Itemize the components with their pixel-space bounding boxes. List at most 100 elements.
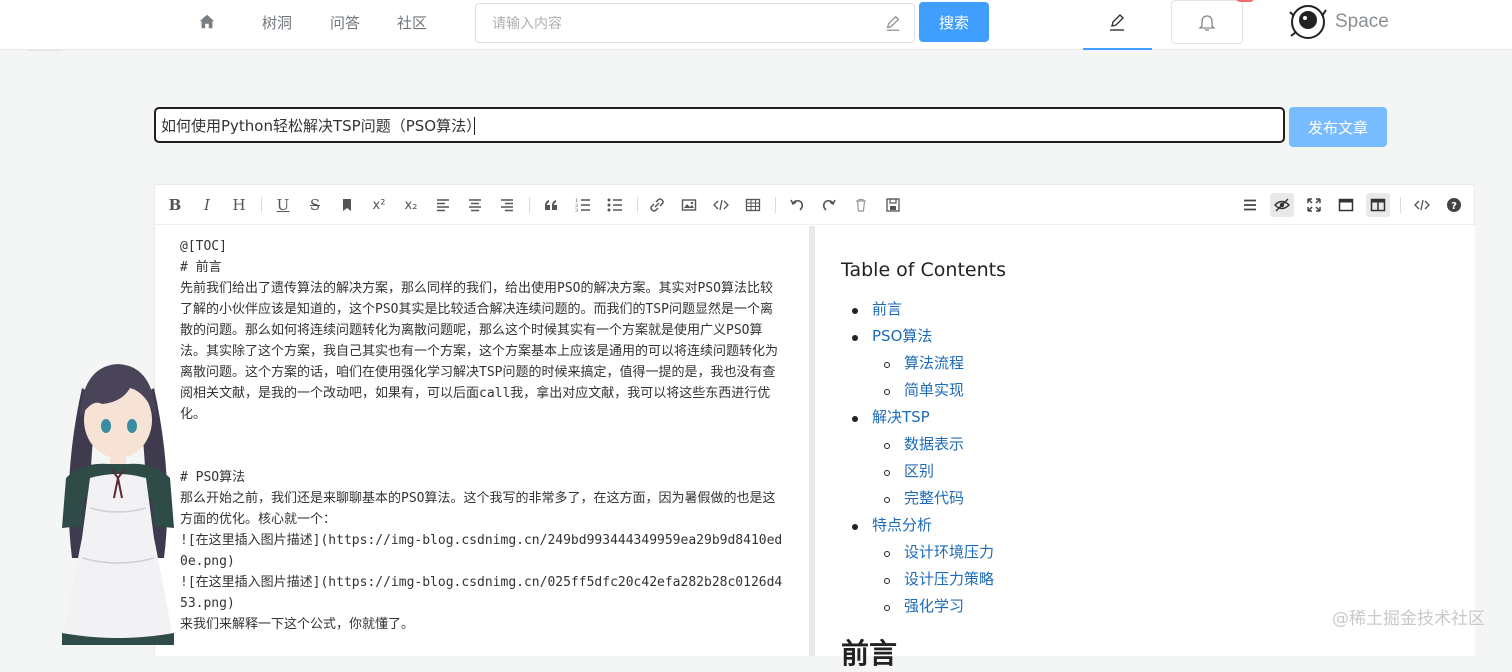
markdown-line: # 前言 bbox=[180, 260, 222, 275]
bullet-icon bbox=[884, 470, 890, 476]
toolbar-divider bbox=[1400, 197, 1401, 213]
underline-icon[interactable]: U bbox=[271, 193, 295, 217]
align-center-icon[interactable] bbox=[463, 193, 487, 217]
bullet-icon bbox=[852, 308, 858, 314]
fullscreen-icon[interactable] bbox=[1302, 193, 1326, 217]
toc-link-label: 设计压力策略 bbox=[904, 570, 995, 588]
markdown-editor: B I H U S x² x₂ 123 ? @[TOC] # 前言 先前我们给出… bbox=[154, 184, 1475, 670]
bullet-icon bbox=[852, 524, 858, 530]
toc-link-label: 完整代码 bbox=[904, 489, 965, 507]
save-icon[interactable] bbox=[881, 193, 905, 217]
toc-link-label: 前言 bbox=[872, 300, 903, 318]
trash-icon[interactable] bbox=[849, 193, 873, 217]
bell-icon bbox=[1198, 15, 1216, 31]
markdown-line: 来我们来解释一下这个公式，你就懂了。 bbox=[180, 617, 415, 632]
markdown-source-pane[interactable]: @[TOC] # 前言先前我们给出了遗传算法的解决方案，那么同样的我们，给出使用P… bbox=[155, 226, 809, 656]
svg-text:?: ? bbox=[1451, 201, 1457, 212]
divider bbox=[28, 50, 62, 51]
watermark: @稀土掘金技术社区 bbox=[1332, 609, 1485, 629]
toc-link[interactable]: 设计压力策略 bbox=[841, 568, 1441, 595]
toc-link[interactable]: 区别 bbox=[841, 460, 1441, 487]
pen-icon[interactable] bbox=[884, 14, 902, 32]
preview-pane: Table of Contents 前言 PSO算法算法流程简单实现解决TSP 数据… bbox=[815, 226, 1475, 670]
toc-link[interactable]: 设计环境压力 bbox=[841, 541, 1441, 568]
toc-link[interactable]: 特点分析 bbox=[841, 514, 1441, 541]
home-icon[interactable] bbox=[198, 13, 216, 31]
quote-icon[interactable] bbox=[539, 193, 563, 217]
toc-link-label: 特点分析 bbox=[872, 516, 933, 534]
superscript-icon[interactable]: x² bbox=[367, 193, 391, 217]
astronaut-avatar-icon[interactable] bbox=[1286, 4, 1330, 40]
nav-link-community[interactable]: 社区 bbox=[397, 12, 427, 33]
article-title-input[interactable] bbox=[159, 114, 1259, 136]
align-right-icon[interactable] bbox=[495, 193, 519, 217]
code-icon[interactable] bbox=[709, 193, 733, 217]
markdown-line: ![在这里插入图片描述](https://img-blog.csdnimg.cn… bbox=[180, 533, 783, 569]
nav-link-treehole[interactable]: 树洞 bbox=[262, 12, 292, 33]
toolbar-divider bbox=[261, 197, 262, 213]
window-icon[interactable] bbox=[1334, 193, 1358, 217]
bold-icon[interactable]: B bbox=[163, 193, 187, 217]
toc-link-label: 强化学习 bbox=[904, 597, 965, 615]
ordered-list-icon[interactable]: 123 bbox=[571, 193, 595, 217]
editor-toolbar: B I H U S x² x₂ 123 ? bbox=[155, 185, 1474, 225]
search-button[interactable]: 搜索 bbox=[919, 2, 989, 42]
preview-icon[interactable] bbox=[1270, 193, 1294, 217]
toc-link[interactable]: 解决TSP bbox=[841, 406, 1441, 433]
toc-title: Table of Contents bbox=[841, 259, 1006, 281]
search-input[interactable] bbox=[490, 13, 870, 35]
notification-button[interactable] bbox=[1171, 0, 1243, 44]
toc-link-label: 设计环境压力 bbox=[904, 543, 995, 561]
toc-link[interactable]: 数据表示 bbox=[841, 433, 1441, 460]
help-icon[interactable]: ? bbox=[1442, 193, 1466, 217]
toc-link[interactable]: 简单实现 bbox=[841, 379, 1441, 406]
toc-link-label: 数据表示 bbox=[904, 435, 965, 453]
brand-name[interactable]: Space bbox=[1335, 11, 1389, 33]
redo-icon[interactable] bbox=[817, 193, 841, 217]
toc-toggle-icon[interactable] bbox=[1238, 193, 1262, 217]
markdown-source-text[interactable]: @[TOC] # 前言先前我们给出了遗传算法的解决方案，那么同样的我们，给出使用P… bbox=[180, 236, 785, 635]
preview-heading: 前言 bbox=[841, 637, 898, 670]
bullet-icon bbox=[884, 443, 890, 449]
bullet-icon bbox=[884, 362, 890, 368]
heading-icon[interactable]: H bbox=[227, 193, 251, 217]
toc-link[interactable]: 算法流程 bbox=[841, 352, 1441, 379]
markdown-line bbox=[180, 425, 785, 446]
image-icon[interactable] bbox=[677, 193, 701, 217]
article-title-field[interactable] bbox=[154, 107, 1285, 143]
markdown-line: 那么开始之前，我们还是来聊聊基本的PSO算法。这个我写的非常多了，在这方面，因为… bbox=[180, 491, 776, 527]
table-icon[interactable] bbox=[741, 193, 765, 217]
bullet-icon bbox=[852, 416, 858, 422]
toc-link-label: 简单实现 bbox=[904, 381, 965, 399]
publish-article-button[interactable]: 发布文章 bbox=[1289, 107, 1387, 147]
text-caret bbox=[474, 117, 475, 135]
bullet-icon bbox=[884, 551, 890, 557]
link-icon[interactable] bbox=[645, 193, 669, 217]
toolbar-divider bbox=[775, 197, 776, 213]
markdown-line: @[TOC] bbox=[180, 239, 227, 254]
toc-link[interactable]: 前言 bbox=[841, 298, 1441, 325]
split-view-icon[interactable] bbox=[1366, 193, 1390, 217]
unordered-list-icon[interactable] bbox=[603, 193, 627, 217]
source-code-icon[interactable] bbox=[1410, 193, 1434, 217]
bullet-icon bbox=[852, 335, 858, 341]
strikethrough-icon[interactable]: S bbox=[303, 193, 327, 217]
italic-icon[interactable]: I bbox=[195, 193, 219, 217]
align-left-icon[interactable] bbox=[431, 193, 455, 217]
toolbar-divider bbox=[529, 197, 530, 213]
toc-link[interactable]: 完整代码 bbox=[841, 487, 1441, 514]
svg-text:3: 3 bbox=[575, 208, 578, 213]
write-tab[interactable] bbox=[1083, 0, 1152, 50]
nav-link-qa[interactable]: 问答 bbox=[330, 12, 360, 33]
subscript-icon[interactable]: x₂ bbox=[399, 193, 423, 217]
bookmark-icon[interactable] bbox=[335, 193, 359, 217]
markdown-line: ![在这里插入图片描述](https://img-blog.csdnimg.cn… bbox=[180, 575, 783, 611]
edit-pen-icon bbox=[1110, 14, 1124, 31]
bullet-icon bbox=[884, 497, 890, 503]
toc-link-label: PSO算法 bbox=[872, 327, 933, 345]
markdown-line: 先前我们给出了遗传算法的解决方案，那么同样的我们，给出使用PSO的解决方案。其实… bbox=[180, 281, 779, 422]
anime-mascot-icon bbox=[62, 364, 174, 645]
toc-link-label: 区别 bbox=[904, 462, 935, 480]
toc-link[interactable]: PSO算法 bbox=[841, 325, 1441, 352]
undo-icon[interactable] bbox=[785, 193, 809, 217]
